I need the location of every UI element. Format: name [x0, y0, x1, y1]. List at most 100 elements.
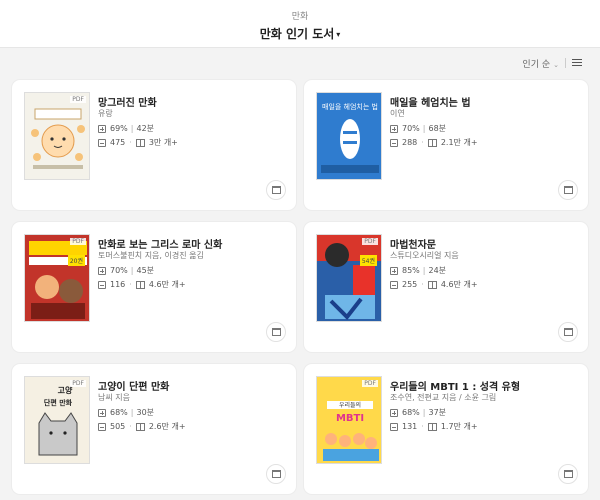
book-cover[interactable]: 우리들의 MBTI PDF	[316, 376, 382, 464]
book-card[interactable]: PDF 망그러진 만화 유랑 69% | 42분 475 · 3만 개+	[12, 80, 296, 210]
book-cover[interactable]: 고양 단편 만화 PDF	[24, 376, 90, 464]
plus-square-icon	[390, 408, 398, 417]
book-card[interactable]: PDF 20권 만화로 보는 그리스 로마 신화 토머스불핀치 지음, 이경진 …	[12, 222, 296, 352]
breadcrumb[interactable]: 만화	[0, 9, 600, 22]
separator: |	[130, 408, 134, 417]
separator: ·	[421, 138, 424, 147]
read-percent: 70%	[110, 266, 128, 275]
book-card[interactable]: 고양 단편 만화 PDF 고양이 단편 만화 남씨 지음 68% | 30분 5…	[12, 364, 296, 494]
comment-count: 131	[402, 422, 418, 431]
read-stats: 70% | 68분	[390, 123, 446, 134]
svg-text:MBTI: MBTI	[336, 413, 364, 424]
read-percent: 85%	[402, 266, 420, 275]
caret-down-icon: ▾	[336, 30, 341, 39]
shelf-count: 4.6만 개+	[148, 280, 186, 289]
book-author: 스튜디오시리얼 지음	[390, 251, 459, 260]
plus-square-icon	[98, 124, 106, 133]
read-stats: 70% | 45분	[98, 265, 154, 276]
book-author: 남씨 지음	[98, 393, 130, 402]
read-percent: 68%	[110, 408, 128, 417]
book-cover[interactable]: PDF 20권	[24, 234, 90, 322]
shelf-count: 3만 개+	[148, 138, 178, 147]
read-stats: 85% | 24분	[390, 265, 446, 276]
sort-label: 인기 순	[522, 59, 551, 70]
add-to-shelf-icon[interactable]	[266, 464, 286, 484]
book-author: 조수연, 전편교 지음 / 소윤 그림	[390, 393, 497, 402]
comment-count: 255	[402, 280, 418, 289]
read-percent: 68%	[402, 408, 420, 417]
comment-count: 116	[110, 280, 126, 289]
book-cover[interactable]: PDF 54권	[316, 234, 382, 322]
list-view-icon[interactable]	[572, 59, 582, 67]
plus-square-icon	[98, 408, 106, 417]
social-stats: 505 · 2.6만 개+	[98, 421, 186, 432]
shelf-count: 4.6만 개+	[440, 280, 478, 289]
read-time: 68분	[428, 124, 447, 133]
book-cover[interactable]: 매일을 헤엄치는 법	[316, 92, 382, 180]
add-to-shelf-icon[interactable]	[558, 180, 578, 200]
book-icon	[427, 422, 437, 431]
read-stats: 69% | 42분	[98, 123, 154, 134]
social-stats: 131 · 1.7만 개+	[390, 421, 478, 432]
separator: |	[130, 124, 134, 133]
sort-bar: 인기 순 ⌄	[522, 56, 582, 70]
add-to-shelf-icon[interactable]	[558, 322, 578, 342]
book-title[interactable]: 매일을 헤엄치는 법	[390, 94, 471, 109]
pdf-badge: PDF	[70, 96, 86, 103]
shelf-count: 1.7만 개+	[440, 422, 478, 431]
book-icon	[427, 138, 437, 147]
comment-icon	[98, 422, 106, 431]
plus-square-icon	[98, 266, 106, 275]
read-time: 30분	[136, 408, 155, 417]
pdf-badge: PDF	[70, 238, 86, 245]
sort-dropdown[interactable]: 인기 순 ⌄	[522, 57, 559, 70]
social-stats: 116 · 4.6만 개+	[98, 279, 186, 290]
read-percent: 70%	[402, 124, 420, 133]
divider	[565, 58, 566, 68]
add-to-shelf-icon[interactable]	[266, 322, 286, 342]
separator: ·	[421, 280, 424, 289]
book-card[interactable]: 우리들의 MBTI PDF 우리들의 MBTI 1 : 성격 유형 조수연, 전…	[304, 364, 588, 494]
book-author: 유랑	[98, 109, 113, 118]
read-time: 37분	[428, 408, 447, 417]
book-icon	[135, 280, 145, 289]
comment-icon	[98, 280, 106, 289]
read-time: 45분	[136, 266, 155, 275]
read-time: 24분	[428, 266, 447, 275]
plus-square-icon	[390, 266, 398, 275]
book-title[interactable]: 우리들의 MBTI 1 : 성격 유형	[390, 378, 520, 393]
read-percent: 69%	[110, 124, 128, 133]
comment-icon	[98, 138, 106, 147]
read-stats: 68% | 30분	[98, 407, 154, 418]
book-card[interactable]: PDF 54권 마법천자문 스튜디오시리얼 지음 85% | 24분 255 ·…	[304, 222, 588, 352]
book-title[interactable]: 만화로 보는 그리스 로마 신화	[98, 236, 222, 251]
book-title[interactable]: 마법천자문	[390, 236, 436, 251]
volume-badge: 54권	[359, 255, 377, 266]
pdf-badge: PDF	[362, 238, 378, 245]
add-to-shelf-icon[interactable]	[266, 180, 286, 200]
book-cover[interactable]: PDF	[24, 92, 90, 180]
add-to-shelf-icon[interactable]	[558, 464, 578, 484]
shelf-count: 2.6만 개+	[148, 422, 186, 431]
page-title[interactable]: 만화 인기 도서 ▾	[0, 25, 600, 42]
book-icon	[135, 422, 145, 431]
comment-count: 288	[402, 138, 418, 147]
book-title[interactable]: 고양이 단편 만화	[98, 378, 169, 393]
separator: |	[422, 266, 426, 275]
book-icon	[135, 138, 145, 147]
plus-square-icon	[390, 124, 398, 133]
shelf-count: 2.1만 개+	[440, 138, 478, 147]
book-icon	[427, 280, 437, 289]
read-time: 42분	[136, 124, 155, 133]
separator: ·	[421, 422, 424, 431]
book-author: 이연	[390, 109, 405, 118]
book-title[interactable]: 망그러진 만화	[98, 94, 157, 109]
book-card[interactable]: 매일을 헤엄치는 법 매일을 헤엄치는 법 이연 70% | 68분 288 ·…	[304, 80, 588, 210]
volume-badge: 20권	[67, 255, 85, 266]
comment-icon	[390, 138, 398, 147]
social-stats: 288 · 2.1만 개+	[390, 137, 478, 148]
chevron-down-icon: ⌄	[553, 60, 559, 69]
svg-text:우리들의: 우리들의	[339, 401, 361, 409]
comment-count: 475	[110, 138, 126, 147]
separator: |	[130, 266, 134, 275]
